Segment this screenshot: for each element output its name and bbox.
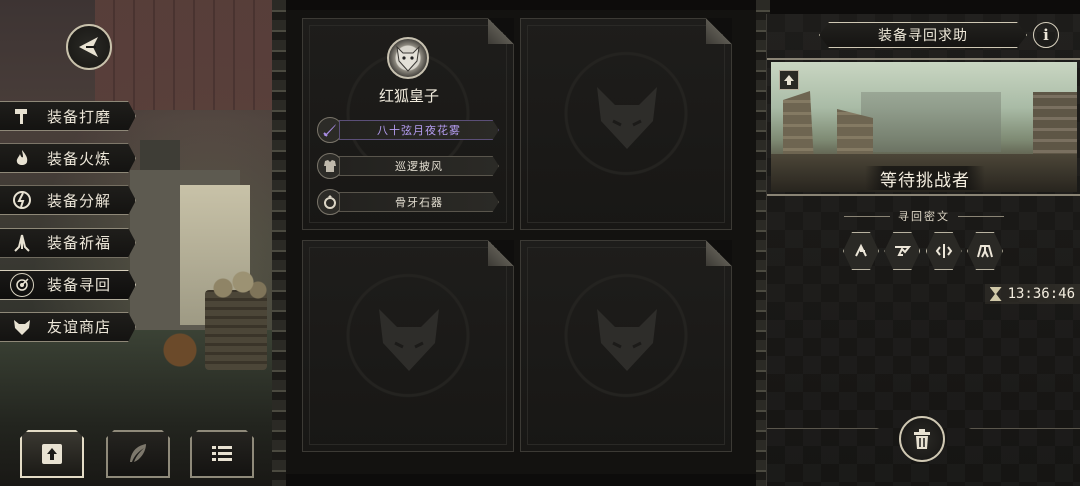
equipment-name: 巡逻披风 <box>339 156 499 176</box>
equipment-name: 骨牙石器 <box>339 192 499 212</box>
side-menu: 装备打磨 装备火炼 装备分解 装备祈福 装备寻回 友谊商店 <box>0 101 140 354</box>
scene-cart <box>205 290 267 370</box>
ruins-banner: 等待挑战者 <box>771 62 1077 192</box>
panel-title: 装备寻回求助 <box>819 22 1027 48</box>
retrieve-slots-panel: 红狐皇子 八十弦月夜花雾 巡逻披风 骨牙石器 <box>286 10 756 474</box>
scene-roof <box>95 0 272 110</box>
up-arrow-icon <box>784 75 794 85</box>
decompose-icon <box>10 188 34 212</box>
trash-icon <box>914 429 930 449</box>
info-button[interactable]: i <box>1033 22 1059 48</box>
empty-slot-fox-icon <box>379 309 439 371</box>
retrieve-slot-3[interactable] <box>302 240 514 452</box>
list-icon <box>212 446 232 461</box>
menu-item-label: 装备祈福 <box>47 234 112 253</box>
menu-item-friend-shop[interactable]: 友谊商店 <box>0 311 140 342</box>
rune-3-icon[interactable] <box>925 232 962 270</box>
fox-head-icon <box>10 315 34 339</box>
prayer-hands-icon <box>10 231 34 255</box>
upload-icon <box>42 444 62 464</box>
equipment-name: 八十弦月夜花雾 <box>339 120 499 140</box>
menu-item-polish[interactable]: 装备打磨 <box>0 101 140 131</box>
boss-name: 红狐皇子 <box>378 87 439 105</box>
cipher-label-row: 寻回密文 <box>767 208 1080 224</box>
chain-divider <box>272 0 286 486</box>
scene-rocks <box>208 270 268 300</box>
equipment-row[interactable]: 骨牙石器 <box>317 189 499 215</box>
rune-4-icon[interactable] <box>966 232 1003 270</box>
menu-item-label: 装备打磨 <box>47 107 112 126</box>
retrieve-help-panel: 装备寻回求助 i 等待挑战者 寻回密文 13:36:46 <box>766 14 1080 486</box>
feather-button[interactable] <box>106 430 170 478</box>
slot-fold-corner <box>488 18 514 44</box>
menu-item-label: 装备寻回 <box>47 276 112 295</box>
countdown-timer: 13:36:46 <box>985 284 1080 304</box>
flame-icon <box>10 146 34 170</box>
slot-fold-corner <box>706 240 732 266</box>
menu-item-retrieve[interactable]: 装备寻回 <box>0 269 140 300</box>
equipment-row[interactable]: 八十弦月夜花雾 <box>317 117 499 143</box>
banner-expand-button[interactable] <box>779 70 799 90</box>
retrieve-slot-2[interactable] <box>520 18 732 230</box>
slot-fold-corner <box>706 18 732 44</box>
retrieve-slot-4[interactable] <box>520 240 732 452</box>
timer-value: 13:36:46 <box>1007 286 1075 302</box>
red-fox-prince-avatar <box>387 37 429 79</box>
upload-button[interactable] <box>20 430 84 478</box>
menu-item-bless[interactable]: 装备祈福 <box>0 227 140 258</box>
hourglass-icon <box>989 287 1002 301</box>
back-arrow-icon <box>79 37 98 57</box>
retrieve-slot-1[interactable]: 红狐皇子 八十弦月夜花雾 巡逻披风 骨牙石器 <box>302 18 514 230</box>
hammer-icon <box>10 104 34 128</box>
rune-1-icon[interactable] <box>843 232 879 270</box>
feather-icon <box>130 444 146 462</box>
back-button[interactable] <box>66 24 112 70</box>
target-icon <box>10 272 34 297</box>
list-button[interactable] <box>190 430 254 478</box>
empty-slot-fox-icon <box>597 309 657 371</box>
slot-fold-corner <box>488 240 514 266</box>
menu-item-label: 装备分解 <box>47 191 112 210</box>
cipher-runes <box>843 232 1003 270</box>
delete-button[interactable] <box>899 416 945 462</box>
menu-item-label: 友谊商店 <box>47 318 112 337</box>
waiting-status: 等待挑战者 <box>865 166 985 191</box>
rune-2-icon[interactable] <box>884 232 921 270</box>
menu-item-forge[interactable]: 装备火炼 <box>0 143 140 174</box>
info-icon: i <box>1043 26 1049 44</box>
menu-item-decompose[interactable]: 装备分解 <box>0 185 140 216</box>
menu-item-label: 装备火炼 <box>47 149 112 168</box>
cipher-label: 寻回密文 <box>898 210 950 223</box>
empty-slot-fox-icon <box>597 87 657 149</box>
equipment-row[interactable]: 巡逻披风 <box>317 153 499 179</box>
